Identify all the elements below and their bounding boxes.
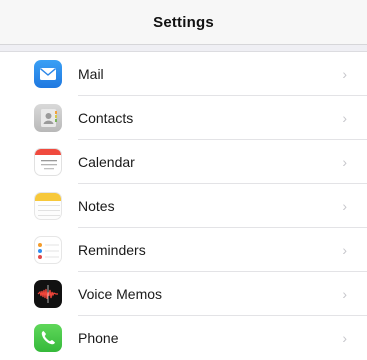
chevron-right-icon: ›	[342, 330, 347, 346]
settings-item-label: Calendar	[78, 154, 135, 170]
settings-item-label: Notes	[78, 198, 115, 214]
settings-list: Mail › Contacts › Calendar › Notes › Rem…	[0, 51, 367, 357]
contacts-icon	[34, 104, 62, 132]
navigation-bar: Settings	[0, 0, 367, 45]
phone-icon	[34, 324, 62, 352]
notes-icon	[34, 192, 62, 220]
settings-item-label: Contacts	[78, 110, 134, 126]
chevron-right-icon: ›	[342, 198, 347, 214]
settings-item-label: Voice Memos	[78, 286, 163, 302]
settings-screen: Settings Mail › Contacts › Calendar › No…	[0, 0, 367, 357]
settings-item-voice-memos[interactable]: Voice Memos ›	[0, 272, 367, 316]
chevron-right-icon: ›	[342, 242, 347, 258]
voice-memos-icon	[34, 280, 62, 308]
reminders-icon	[34, 236, 62, 264]
settings-item-calendar[interactable]: Calendar ›	[0, 140, 367, 184]
settings-item-label: Mail	[78, 66, 104, 82]
chevron-right-icon: ›	[342, 110, 347, 126]
settings-item-mail[interactable]: Mail ›	[0, 52, 367, 96]
page-title: Settings	[153, 13, 214, 31]
settings-item-label: Reminders	[78, 242, 146, 258]
chevron-right-icon: ›	[342, 286, 347, 302]
chevron-right-icon: ›	[342, 66, 347, 82]
chevron-right-icon: ›	[342, 154, 347, 170]
settings-item-contacts[interactable]: Contacts ›	[0, 96, 367, 140]
calendar-icon	[34, 148, 62, 176]
mail-icon	[34, 60, 62, 88]
settings-item-phone[interactable]: Phone ›	[0, 316, 367, 360]
settings-item-reminders[interactable]: Reminders ›	[0, 228, 367, 272]
settings-item-notes[interactable]: Notes ›	[0, 184, 367, 228]
settings-item-label: Phone	[78, 330, 119, 346]
